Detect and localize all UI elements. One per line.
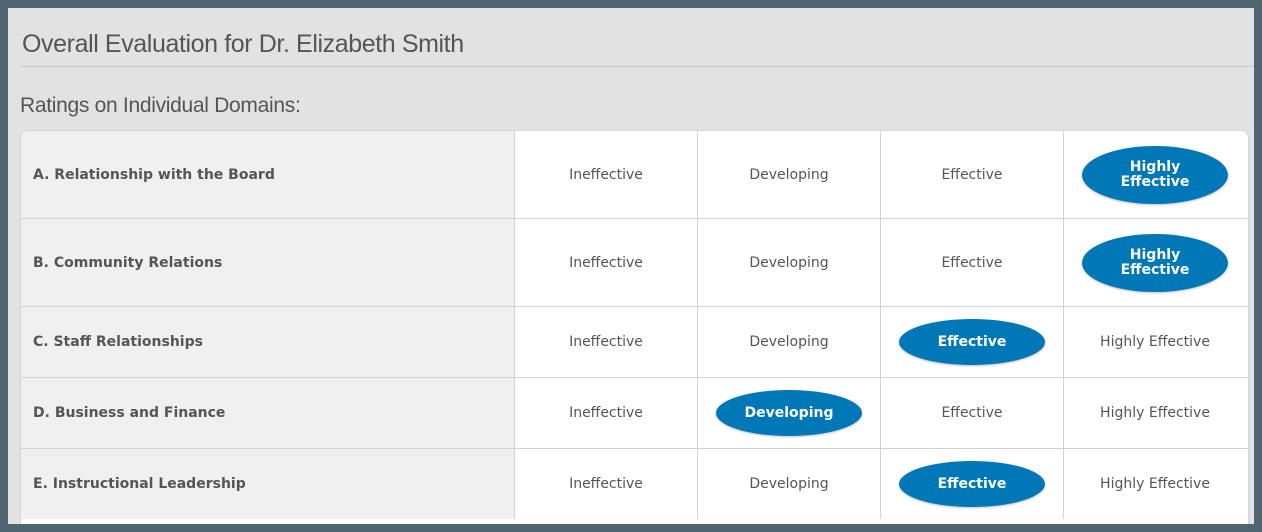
selected-rating-pill[interactable]: Highly Effective <box>1082 233 1228 292</box>
rating-option-developing[interactable]: Developing <box>698 219 881 306</box>
domain-label: E. Instructional Leadership <box>21 449 515 519</box>
rating-option-highly-effective[interactable]: Highly Effective <box>1064 307 1246 377</box>
table-row: A. Relationship with the Board Ineffecti… <box>21 131 1248 219</box>
rating-option-effective[interactable]: Effective <box>881 449 1064 519</box>
rating-option-ineffective[interactable]: Ineffective <box>515 378 698 448</box>
rating-option-ineffective[interactable]: Ineffective <box>515 219 698 306</box>
rating-option-ineffective[interactable]: Ineffective <box>515 449 698 519</box>
rating-label: Effective <box>941 405 1003 421</box>
selected-rating-pill[interactable]: Effective <box>899 319 1045 365</box>
rating-label: Developing <box>749 476 829 492</box>
rating-label: Highly Effective <box>1100 476 1210 492</box>
rating-label: Developing <box>744 405 834 421</box>
rating-label: Highly Effective <box>1100 334 1210 350</box>
rating-option-highly-effective[interactable]: Highly Effective <box>1064 131 1246 218</box>
page-title: Overall Evaluation for Dr. Elizabeth Smi… <box>22 30 464 58</box>
rating-option-developing[interactable]: Developing <box>698 131 881 218</box>
rating-label: Effective <box>941 254 1003 271</box>
rating-label: Effective <box>937 334 1007 350</box>
domain-label: D. Business and Finance <box>21 378 515 448</box>
table-row: C. Staff Relationships Ineffective Devel… <box>21 307 1248 378</box>
rating-option-developing[interactable]: Developing <box>698 449 881 519</box>
rating-option-effective[interactable]: Effective <box>881 307 1064 377</box>
rating-label: Developing <box>749 254 829 271</box>
rating-option-effective[interactable]: Effective <box>881 378 1064 448</box>
table-row: D. Business and Finance Ineffective Deve… <box>21 378 1248 449</box>
section-subtitle: Ratings on Individual Domains: <box>20 94 301 117</box>
rating-option-effective[interactable]: Effective <box>881 131 1064 218</box>
domain-label: C. Staff Relationships <box>21 307 515 377</box>
rating-label: Ineffective <box>569 476 643 492</box>
rating-label: Ineffective <box>569 334 643 350</box>
rating-label: Ineffective <box>569 254 643 271</box>
domain-label: A. Relationship with the Board <box>21 131 515 218</box>
rating-label: Ineffective <box>569 405 643 421</box>
rating-option-highly-effective[interactable]: Highly Effective <box>1064 449 1246 519</box>
rating-label: Developing <box>749 334 829 350</box>
rating-option-developing[interactable]: Developing <box>698 307 881 377</box>
rating-label: Developing <box>749 166 829 183</box>
table-row: B. Community Relations Ineffective Devel… <box>21 219 1248 307</box>
rating-option-ineffective[interactable]: Ineffective <box>515 131 698 218</box>
selected-rating-pill[interactable]: Effective <box>899 461 1045 507</box>
rating-option-developing[interactable]: Developing <box>698 378 881 448</box>
rating-option-effective[interactable]: Effective <box>881 219 1064 306</box>
rating-option-highly-effective[interactable]: Highly Effective <box>1064 378 1246 448</box>
rating-option-ineffective[interactable]: Ineffective <box>515 307 698 377</box>
selected-rating-pill[interactable]: Developing <box>716 390 862 436</box>
rating-label: Effective <box>941 166 1003 183</box>
rating-label: Effective <box>937 476 1007 492</box>
domain-label: B. Community Relations <box>21 219 515 306</box>
selected-rating-pill[interactable]: Highly Effective <box>1082 145 1228 204</box>
rating-label: Highly Effective <box>1120 246 1190 278</box>
rating-option-highly-effective[interactable]: Highly Effective <box>1064 219 1246 306</box>
table-row: E. Instructional Leadership Ineffective … <box>21 449 1248 519</box>
ratings-table: A. Relationship with the Board Ineffecti… <box>20 130 1249 524</box>
title-divider <box>20 66 1254 67</box>
rating-label: Highly Effective <box>1100 405 1210 421</box>
rating-label: Highly Effective <box>1120 158 1190 190</box>
rating-label: Ineffective <box>569 166 643 183</box>
evaluation-panel: Overall Evaluation for Dr. Elizabeth Smi… <box>8 8 1254 524</box>
